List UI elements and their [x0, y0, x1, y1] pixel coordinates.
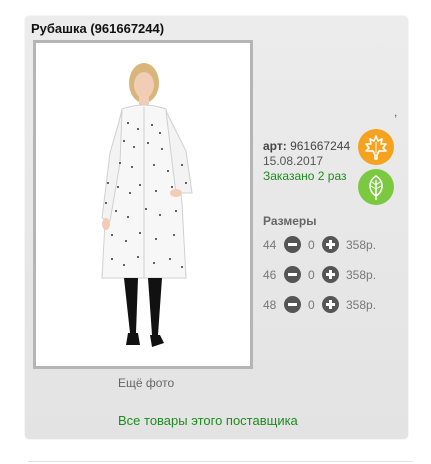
- plus-circle-icon[interactable]: [322, 236, 339, 253]
- size-price: 358р.: [346, 268, 377, 282]
- article-label: арт:: [263, 139, 287, 153]
- minus-circle-icon[interactable]: [284, 296, 301, 313]
- size-qty: 0: [308, 268, 315, 282]
- plus-circle-icon[interactable]: [322, 266, 339, 283]
- product-title: Рубашка (961667244): [31, 21, 165, 36]
- article-value: 961667244: [290, 139, 351, 153]
- size-label: 44: [263, 238, 277, 252]
- size-label: 48: [263, 298, 277, 312]
- size-qty: 0: [308, 298, 315, 312]
- leaf-icon[interactable]: [358, 169, 394, 205]
- article-line: арт: 961667244: [263, 139, 350, 154]
- minus-circle-icon[interactable]: [284, 236, 301, 253]
- maple-leaf-icon[interactable]: [358, 129, 394, 165]
- size-qty: 0: [308, 238, 315, 252]
- ordered-count: Заказано 2 раз: [263, 169, 347, 183]
- more-photos-link[interactable]: Ещё фото: [118, 376, 174, 390]
- size-price: 358р.: [346, 238, 377, 252]
- divider: [28, 461, 413, 462]
- comma-text: ,: [394, 105, 398, 119]
- plus-circle-icon[interactable]: [322, 296, 339, 313]
- product-photo-image: [36, 43, 250, 366]
- size-price: 358р.: [346, 298, 377, 312]
- size-label: 46: [263, 268, 277, 282]
- minus-circle-icon[interactable]: [284, 266, 301, 283]
- product-date: 15.08.2017: [263, 154, 324, 168]
- sizes-title: Размеры: [263, 214, 317, 228]
- product-photo[interactable]: [33, 40, 253, 369]
- supplier-products-link[interactable]: Все товары этого поставщика: [118, 413, 298, 428]
